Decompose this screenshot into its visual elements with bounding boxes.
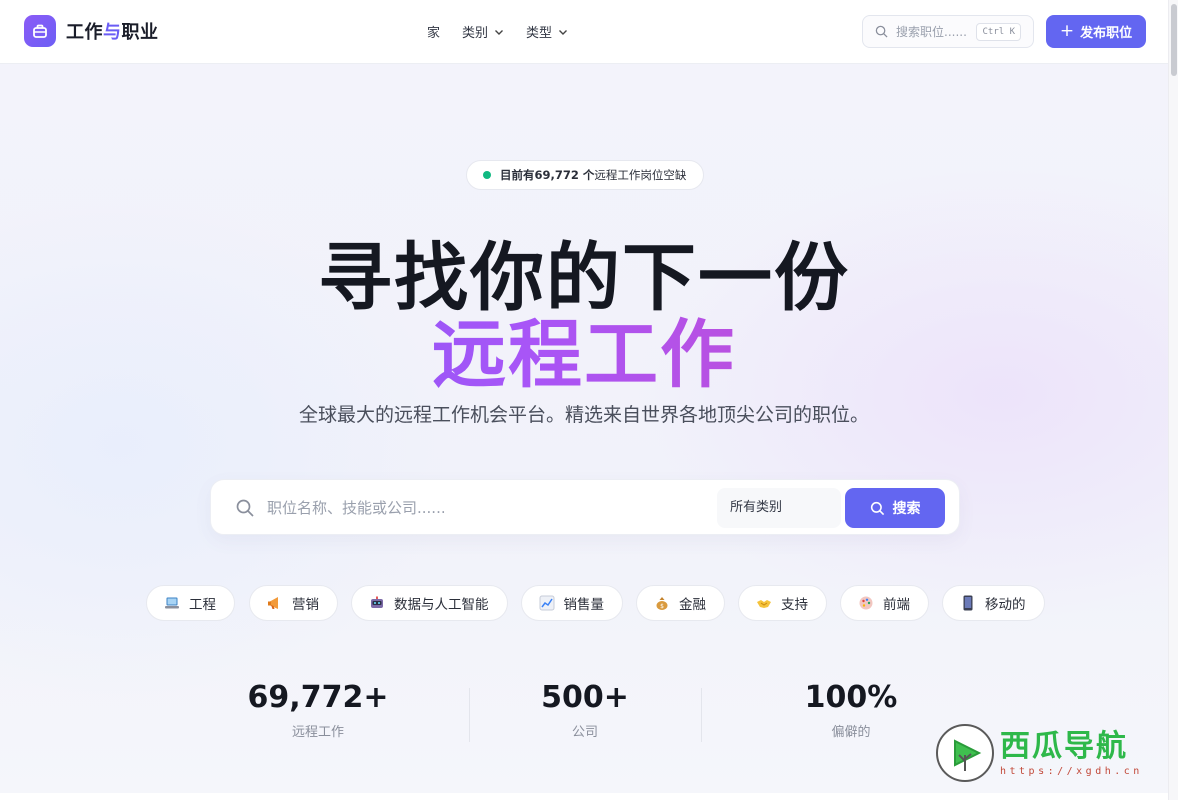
search-button-label: 搜索	[892, 501, 921, 517]
category-select[interactable]: 所有类别	[717, 488, 841, 528]
stat-label: 公司	[571, 725, 598, 740]
svg-text:$: $	[660, 603, 664, 610]
section-divider	[0, 793, 1168, 800]
laptop-icon	[163, 594, 181, 612]
chip-label: 支持	[781, 597, 808, 613]
watermark-url: https://xgdh.cn	[1000, 765, 1143, 777]
megaphone-icon	[266, 594, 284, 612]
job-search-bar: 所有类别 搜索	[210, 479, 960, 535]
chip-mobile[interactable]: 移动的	[942, 585, 1045, 621]
chip-label: 金融	[679, 597, 706, 613]
stat-value: 500+	[541, 680, 629, 715]
chevron-down-icon	[495, 29, 504, 35]
site-logo[interactable]: 工作与职业	[24, 15, 159, 47]
briefcase-icon	[24, 15, 56, 47]
chevron-down-icon	[559, 29, 568, 35]
palette-icon	[857, 594, 875, 612]
page-scrollbar[interactable]	[1168, 0, 1178, 800]
chip-finance[interactable]: $ 金融	[636, 585, 725, 621]
money-bag-icon: $	[653, 594, 671, 612]
job-search-input[interactable]	[267, 496, 707, 520]
stat-divider	[701, 688, 702, 742]
stat-label: 远程工作	[291, 725, 344, 740]
keyboard-shortcut-badge: Ctrl K	[976, 23, 1021, 41]
chip-label: 营销	[292, 597, 319, 613]
main-nav: 家 类别 类型	[427, 22, 590, 41]
chip-label: 销售量	[563, 597, 605, 613]
robot-icon	[368, 594, 386, 612]
stat-value: 100%	[804, 680, 898, 715]
header-search-input[interactable]: 搜索职位...... Ctrl K	[862, 15, 1034, 48]
handshake-icon	[755, 594, 773, 612]
plus-icon: +	[1059, 20, 1075, 41]
chip-marketing[interactable]: 营销	[249, 585, 338, 621]
header-search-placeholder: 搜索职位......	[896, 25, 967, 39]
watermark-logo-icon	[936, 724, 994, 782]
search-icon	[875, 25, 888, 38]
stat-remote-percent: 100% 偏僻的	[751, 680, 951, 740]
search-button[interactable]: 搜索	[845, 488, 945, 528]
chip-support[interactable]: 支持	[738, 585, 827, 621]
hero-title-line2: 远程工作	[0, 295, 1168, 402]
chip-engineering[interactable]: 工程	[146, 585, 235, 621]
stat-label: 偏僻的	[831, 725, 871, 740]
chart-icon	[538, 594, 556, 612]
chip-sales[interactable]: 销售量	[520, 585, 623, 621]
category-chips: 工程 营销 数据与人工智能 销售量 $ 金融 支持 前端 移动的	[146, 585, 1058, 621]
top-navbar: 工作与职业 家 类别 类型 搜索职位...... Ctrl K + 发布职位	[0, 0, 1168, 64]
chip-label: 数据与人工智能	[394, 597, 489, 613]
open-jobs-badge: 目前有69,772 个 远程工作岗位空缺	[466, 160, 704, 190]
stat-divider	[469, 688, 470, 742]
chip-label: 前端	[883, 597, 910, 613]
hero-subtitle: 全球最大的远程工作机会平台。精选来自世界各地顶尖公司的职位。	[298, 404, 869, 426]
stat-value: 69,772+	[247, 680, 389, 715]
chip-frontend[interactable]: 前端	[840, 585, 929, 621]
chip-data-ai[interactable]: 数据与人工智能	[351, 585, 508, 621]
scrollbar-thumb[interactable]	[1171, 4, 1177, 76]
site-name: 工作与职业	[66, 22, 159, 43]
badge-text: 远程工作岗位空缺	[594, 168, 687, 182]
post-job-button[interactable]: + 发布职位	[1046, 15, 1146, 48]
chip-label: 工程	[189, 597, 216, 613]
chip-label: 移动的	[985, 597, 1026, 613]
nav-home[interactable]: 家	[427, 22, 440, 41]
nav-types-dropdown[interactable]: 类型	[526, 22, 568, 41]
status-dot	[483, 171, 491, 179]
post-job-label: 发布职位	[1080, 26, 1133, 41]
search-icon	[236, 499, 254, 517]
watermark-title: 西瓜导航	[1000, 728, 1128, 764]
stat-remote-jobs: 69,772+ 远程工作	[218, 680, 418, 740]
watermark: 西瓜导航 https://xgdh.cn	[936, 724, 1143, 782]
search-icon	[870, 501, 884, 515]
phone-icon	[959, 594, 977, 612]
badge-count: 目前有69,772 个	[500, 168, 595, 182]
stat-companies: 500+ 公司	[485, 680, 685, 740]
nav-categories-dropdown[interactable]: 类别	[462, 22, 504, 41]
